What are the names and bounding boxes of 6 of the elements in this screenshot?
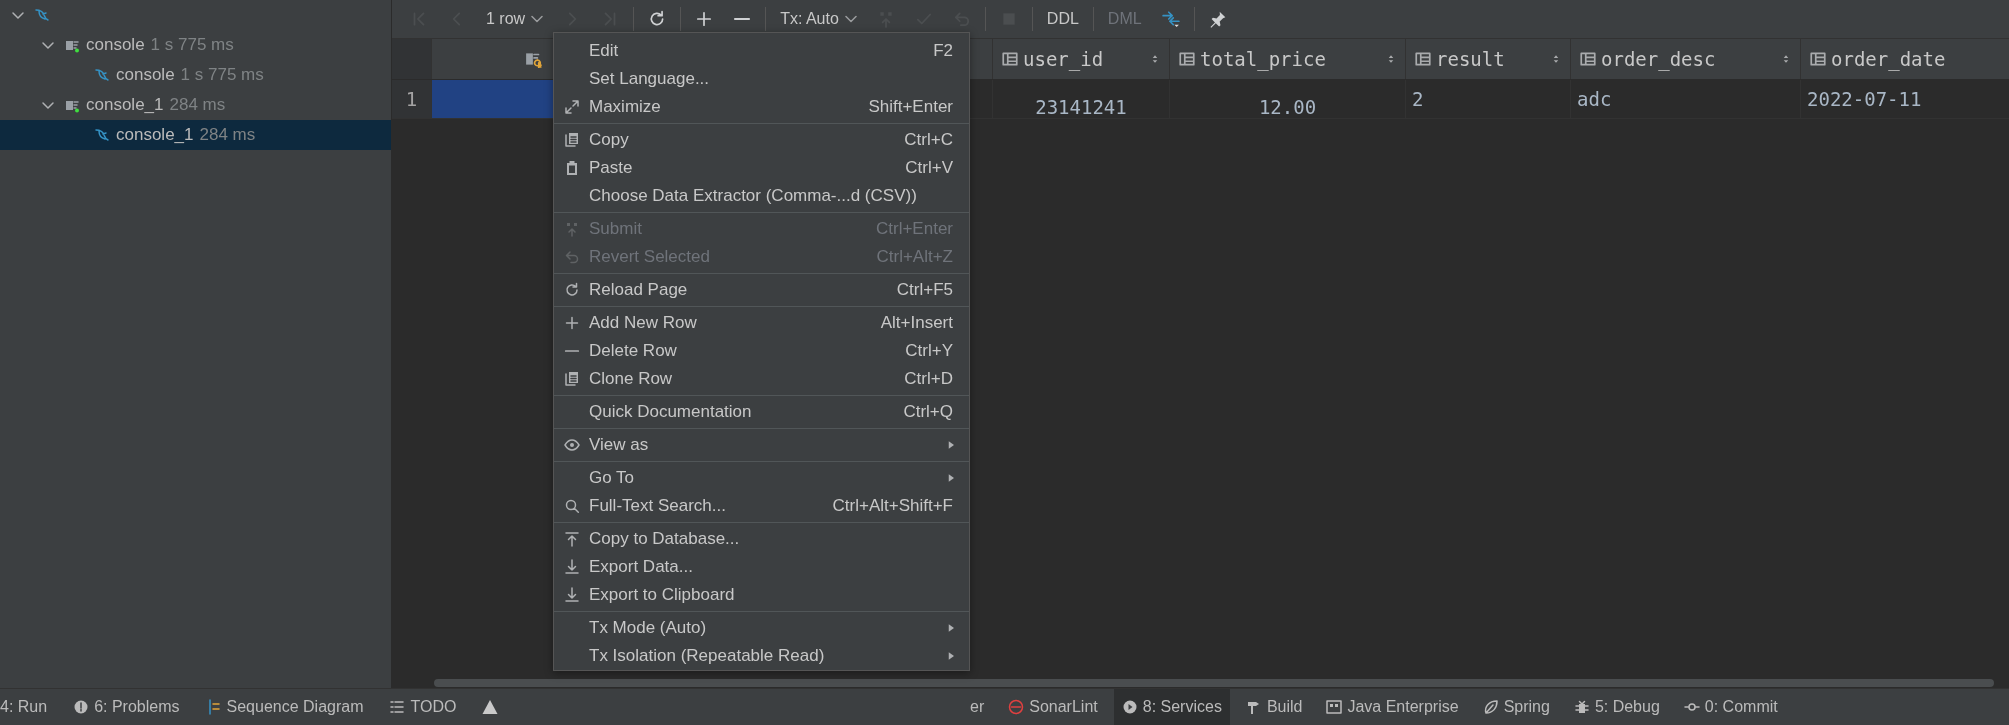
column-name: order_date: [1831, 48, 1947, 70]
row-number: 1: [392, 80, 432, 118]
column-name: result: [1436, 48, 1506, 70]
column-name: user_id: [1023, 48, 1105, 70]
column-name: total_price: [1200, 48, 1327, 70]
column-name: order_desc: [1601, 48, 1717, 70]
